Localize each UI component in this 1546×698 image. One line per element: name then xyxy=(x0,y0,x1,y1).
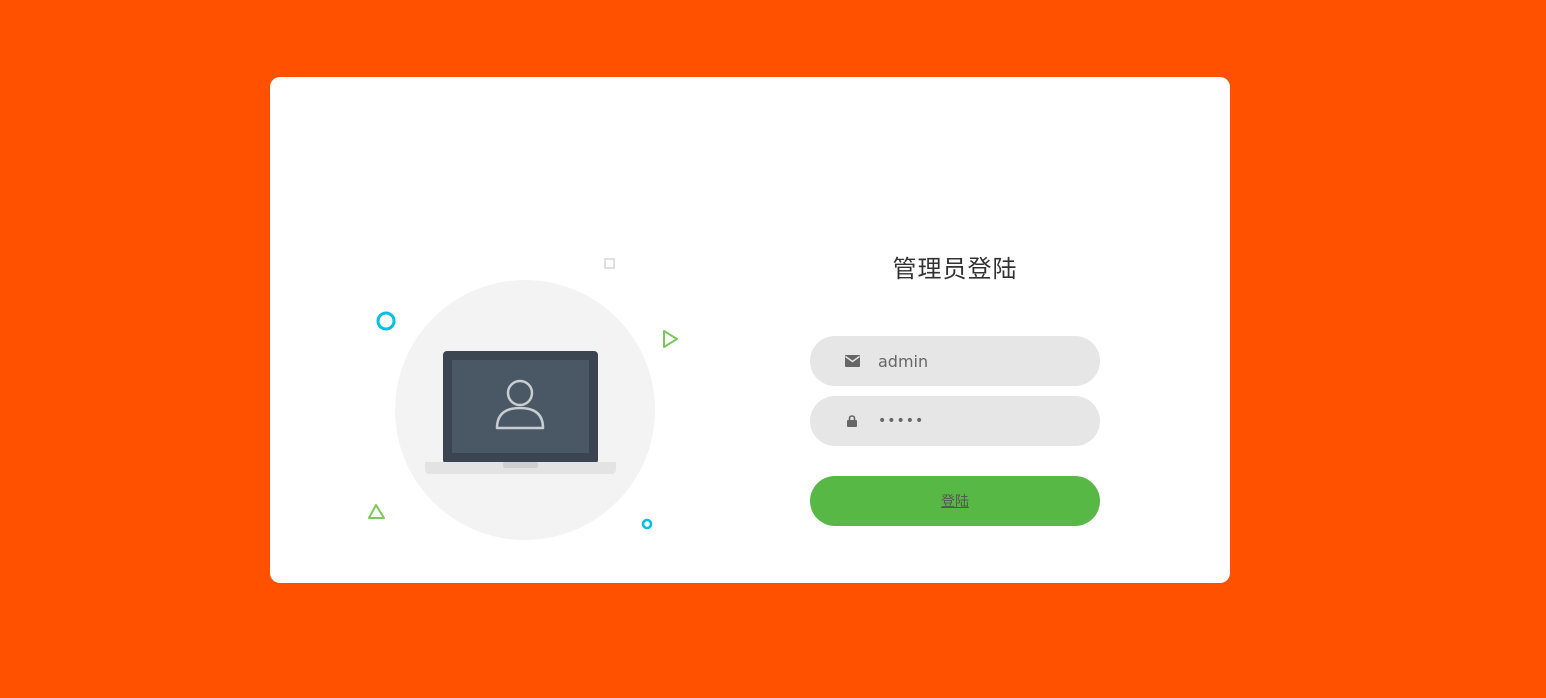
ring-decoration-large xyxy=(376,311,396,331)
login-card: 管理员登陆 登陆 xyxy=(270,77,1230,583)
page-title: 管理员登陆 xyxy=(892,255,1018,283)
login-button-label: 登陆 xyxy=(941,494,969,510)
user-icon xyxy=(495,379,545,430)
laptop-icon xyxy=(425,351,616,474)
password-input[interactable] xyxy=(878,413,1078,429)
square-decoration xyxy=(604,258,615,269)
illustration-circle xyxy=(395,280,655,540)
username-field[interactable] xyxy=(810,336,1100,386)
triangle-decoration-up xyxy=(368,504,385,519)
envelope-icon xyxy=(844,353,860,369)
login-button[interactable]: 登陆 xyxy=(810,476,1100,526)
lock-icon xyxy=(844,413,860,429)
password-field[interactable] xyxy=(810,396,1100,446)
username-input[interactable] xyxy=(878,351,1078,371)
ring-decoration-small xyxy=(641,518,653,530)
triangle-decoration-right xyxy=(663,330,678,348)
